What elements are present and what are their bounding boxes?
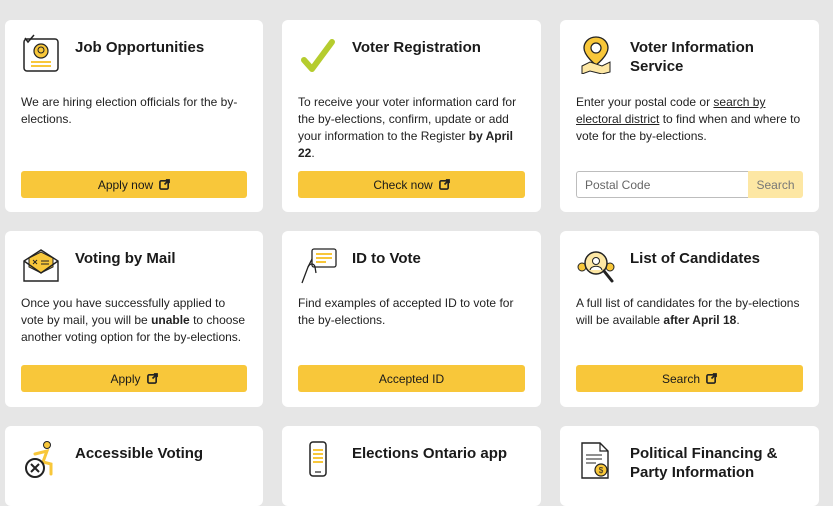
card-job-opportunities: Job Opportunities We are hiring election… [5,20,263,212]
external-link-icon [438,179,450,190]
card-accessible-voting: Accessible Voting [5,426,263,506]
accessibility-icon [21,440,61,480]
apply-now-button[interactable]: Apply now [21,171,247,198]
card-list-of-candidates: List of Candidates A full list of candid… [560,231,819,407]
mobile-phone-icon [298,440,338,480]
candidates-search-button[interactable]: Search [576,365,803,392]
card-title: Political Financing & Party Information [630,445,778,481]
envelope-icon [21,245,61,285]
card-title: Elections Ontario app [352,445,508,462]
check-now-button[interactable]: Check now [298,171,525,198]
card-description: Enter your postal code or search by elec… [576,95,801,143]
card-voting-by-mail: Voting by Mail Once you have successfull… [5,231,263,407]
checkmark-icon [298,34,338,74]
svg-text:$: $ [599,466,604,475]
card-description: To receive your voter information card f… [298,95,517,160]
card-description: Once you have successfully applied to vo… [21,296,246,344]
hand-holding-id-icon [298,245,338,285]
card-political-financing: $ Political Financing & Party Informatio… [560,426,819,506]
postal-code-input[interactable] [576,171,748,198]
card-id-to-vote: ID to Vote Find examples of accepted ID … [282,231,541,407]
card-description: We are hiring election officials for the… [21,95,238,126]
external-link-icon [706,373,717,384]
card-title: Voter Information Service [630,39,754,75]
card-voter-information-service: Voter Information Service Enter your pos… [560,20,819,212]
card-title: Job Opportunities [75,39,205,56]
accepted-id-button[interactable]: Accepted ID [298,365,525,392]
card-title: Voter Registration [352,39,481,56]
map-pin-icon [576,34,616,74]
card-description: A full list of candidates for the by-ele… [576,296,800,327]
card-title: List of Candidates [630,250,761,267]
external-link-icon [159,179,171,190]
card-title: ID to Vote [352,250,421,267]
document-money-icon: $ [576,440,616,480]
postal-code-search-button[interactable]: Search [748,171,803,198]
card-description: Find examples of accepted ID to vote for… [298,296,514,327]
external-link-icon [146,373,158,384]
card-voter-registration: Voter Registration To receive your voter… [282,20,541,212]
postal-code-form: Search [576,171,803,198]
id-badge-icon [21,34,61,74]
card-title: Accessible Voting [75,445,204,462]
card-title: Voting by Mail [75,250,176,267]
apply-button[interactable]: Apply [21,365,247,392]
magnifier-people-icon [576,245,616,285]
card-elections-ontario-app: Elections Ontario app [282,426,541,506]
